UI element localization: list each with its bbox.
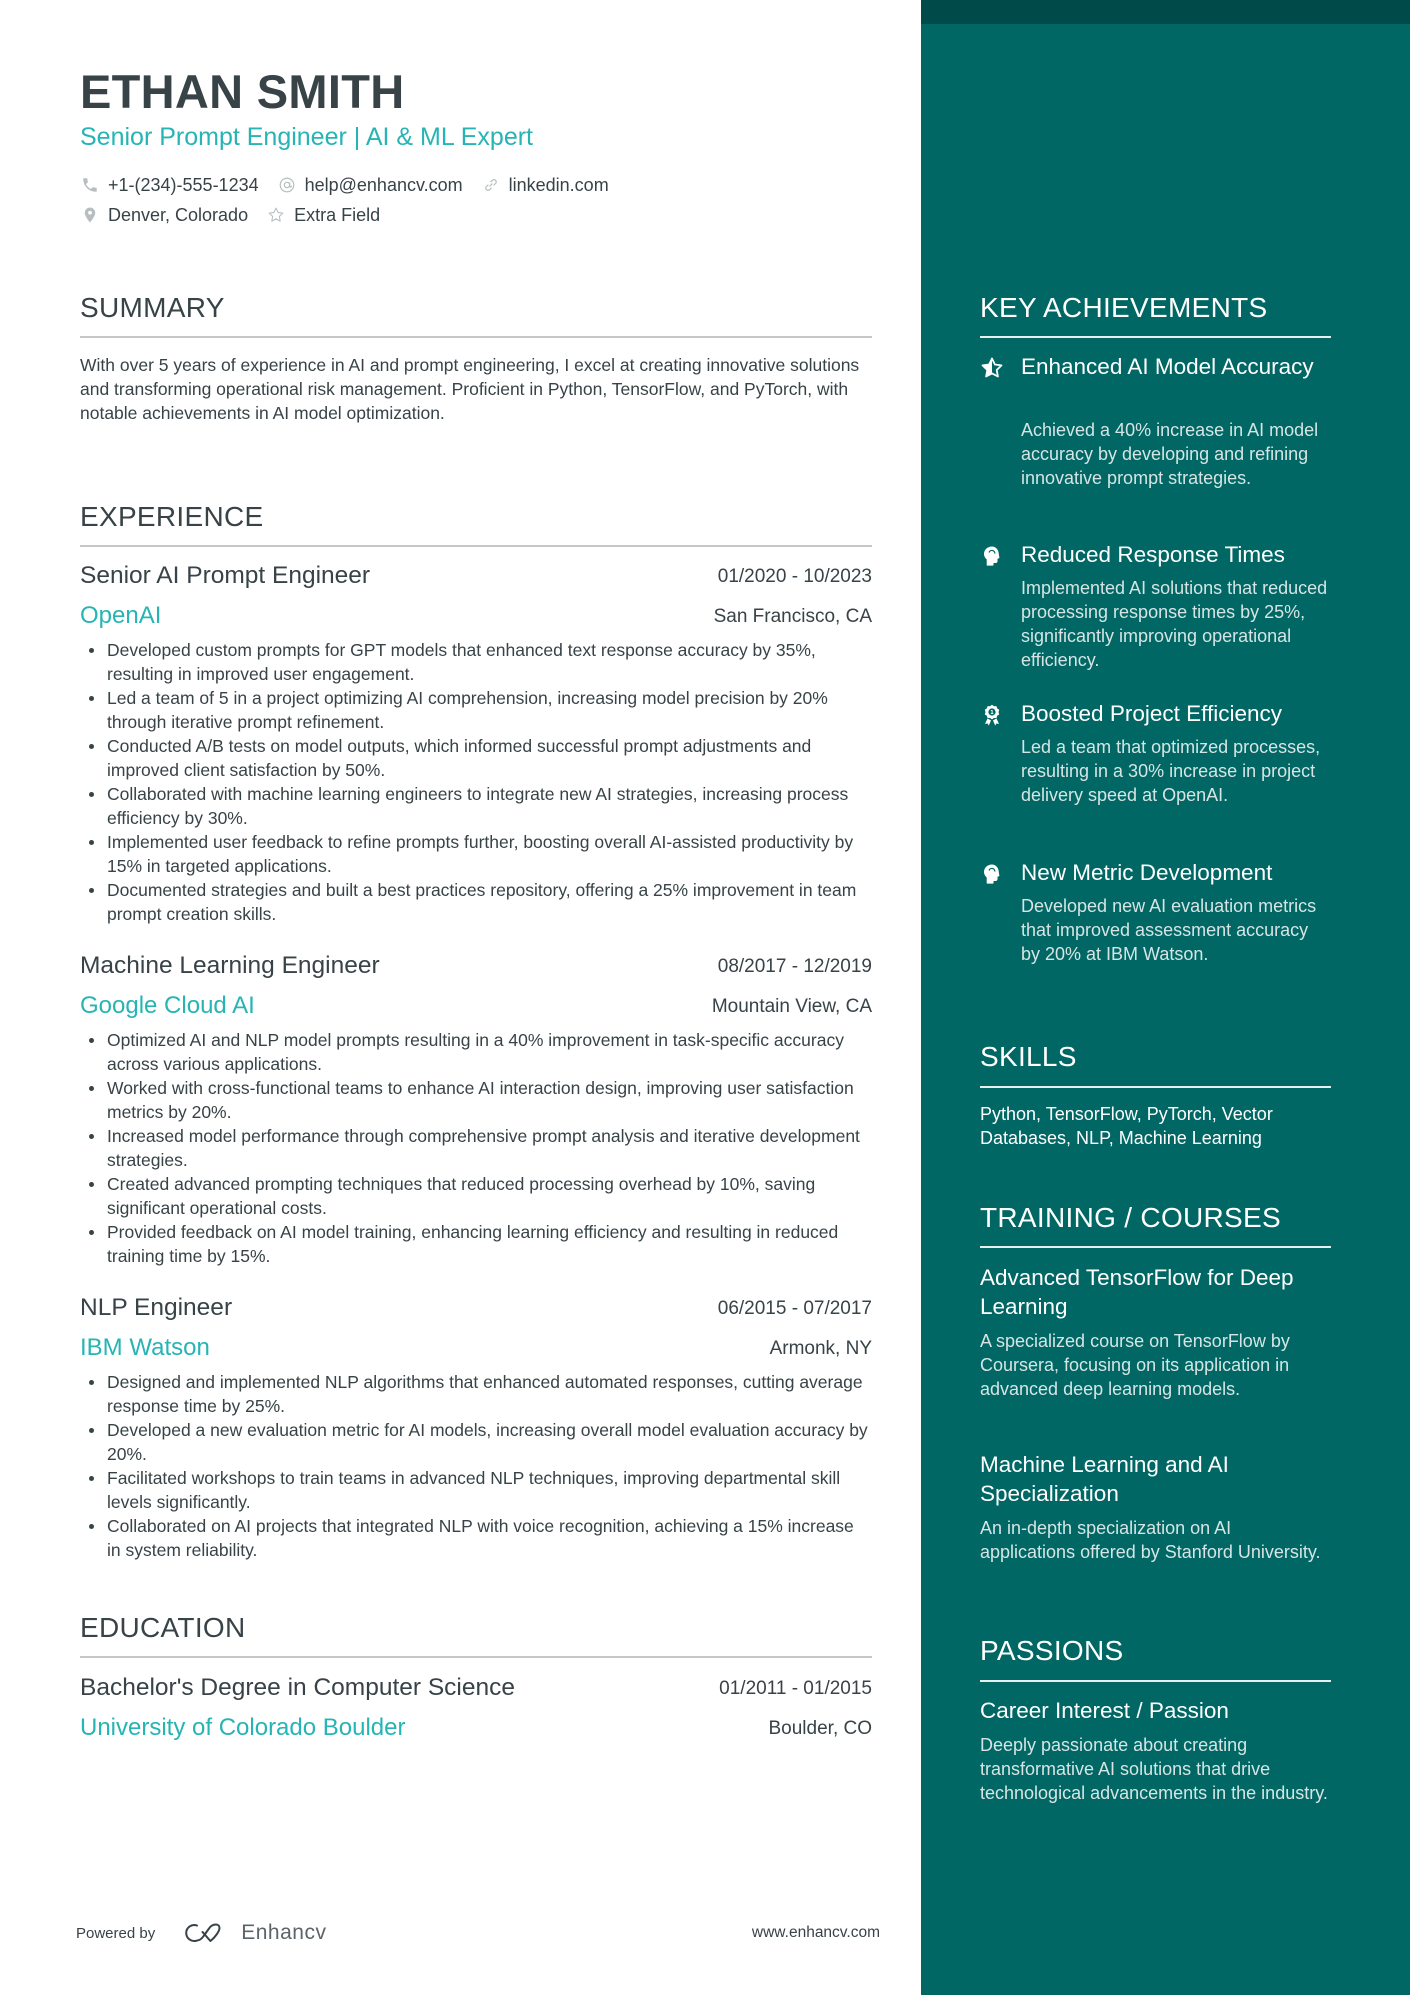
course-title: Machine Learning and AI Specialization bbox=[980, 1452, 1229, 1506]
course-desc: A specialized course on TensorFlow by Co… bbox=[980, 1331, 1290, 1399]
education-heading: EDUCATION bbox=[80, 1612, 246, 1643]
brain-head-icon bbox=[980, 544, 1004, 568]
job-bullet: Conducted A/B tests on model outputs, wh… bbox=[80, 734, 872, 782]
at-icon bbox=[277, 175, 297, 195]
training-heading: TRAINING / COURSES bbox=[980, 1202, 1281, 1233]
achievement-title: Reduced Response Times bbox=[1021, 542, 1285, 567]
job-bullet: Documented strategies and built a best p… bbox=[80, 878, 872, 926]
contact-linkedin[interactable]: linkedin.com bbox=[481, 173, 609, 197]
skills-list: Python, TensorFlow, PyTorch, Vector Data… bbox=[980, 1104, 1273, 1148]
contact-extra-text: Extra Field bbox=[294, 205, 381, 225]
candidate-name: ETHAN SMITH bbox=[80, 65, 405, 118]
job-company: OpenAI bbox=[80, 602, 162, 629]
star-outline-icon bbox=[266, 205, 286, 225]
achievements-divider bbox=[980, 336, 1331, 338]
candidate-headline: Senior Prompt Engineer | AI & ML Expert bbox=[80, 123, 534, 151]
passions-divider bbox=[980, 1680, 1331, 1682]
job-dates: 01/2020 - 10/2023 bbox=[717, 566, 872, 587]
enhancv-brand[interactable]: Enhancv bbox=[183, 1920, 326, 1946]
job-bullet: Developed custom prompts for GPT models … bbox=[80, 638, 872, 686]
half-star-icon bbox=[980, 356, 1004, 380]
achievement-desc: Achieved a 40% increase in AI model accu… bbox=[1021, 420, 1319, 488]
job-bullet: Collaborated on AI projects that integra… bbox=[80, 1514, 872, 1562]
job-bullets: Optimized AI and NLP model prompts resul… bbox=[80, 1028, 872, 1268]
job-bullet: Worked with cross-functional teams to en… bbox=[80, 1076, 872, 1124]
contact-row: +1-(234)-555-1234 help@enhancv.com linke… bbox=[80, 173, 627, 197]
contact-extra: Extra Field bbox=[266, 203, 380, 227]
contact-location: Denver, Colorado bbox=[80, 203, 248, 227]
passion-title: Career Interest / Passion bbox=[980, 1698, 1229, 1723]
job-location: San Francisco, CA bbox=[713, 606, 872, 627]
experience-divider bbox=[80, 545, 872, 547]
location-pin-icon bbox=[80, 205, 100, 225]
job-bullets: Developed custom prompts for GPT models … bbox=[80, 638, 872, 926]
contact-phone-text: +1-(234)-555-1234 bbox=[108, 175, 259, 195]
passions-heading: PASSIONS bbox=[980, 1635, 1124, 1666]
summary-text: With over 5 years of experience in AI an… bbox=[80, 355, 860, 423]
job-bullet: Designed and implemented NLP algorithms … bbox=[80, 1370, 872, 1418]
job-location: Mountain View, CA bbox=[711, 996, 872, 1017]
education-school: University of Colorado Boulder bbox=[80, 1714, 406, 1741]
job-location: Armonk, NY bbox=[769, 1338, 872, 1359]
job-bullets: Designed and implemented NLP algorithms … bbox=[80, 1370, 872, 1562]
achievement-desc: Led a team that optimized processes, res… bbox=[1021, 737, 1321, 805]
achievement-desc: Developed new AI evaluation metrics that… bbox=[1021, 896, 1317, 964]
experience-heading: EXPERIENCE bbox=[80, 501, 264, 532]
job-company: IBM Watson bbox=[80, 1334, 210, 1361]
summary-divider bbox=[80, 336, 872, 338]
training-divider bbox=[980, 1246, 1331, 1248]
contact-location-text: Denver, Colorado bbox=[108, 205, 249, 225]
svg-text:1: 1 bbox=[990, 710, 994, 716]
education-degree: Bachelor's Degree in Computer Science bbox=[80, 1674, 516, 1701]
link-icon bbox=[481, 175, 501, 195]
achievements-heading: KEY ACHIEVEMENTS bbox=[980, 292, 1268, 323]
footer: Powered by Enhancv www.enhancv.com bbox=[76, 1918, 880, 1948]
skills-divider bbox=[980, 1086, 1331, 1088]
job-dates: 08/2017 - 12/2019 bbox=[717, 956, 872, 977]
achievement-title: New Metric Development bbox=[1021, 860, 1273, 885]
sidebar-top-band bbox=[921, 0, 1410, 24]
job-bullet: Led a team of 5 in a project optimizing … bbox=[80, 686, 872, 734]
passion-desc: Deeply passionate about creating transfo… bbox=[980, 1735, 1328, 1803]
job-bullet: Optimized AI and NLP model prompts resul… bbox=[80, 1028, 872, 1076]
job-title: Senior AI Prompt Engineer bbox=[80, 562, 371, 589]
job-company: Google Cloud AI bbox=[80, 992, 255, 1019]
job-bullet: Created advanced prompting techniques th… bbox=[80, 1172, 872, 1220]
achievement-title: Boosted Project Efficiency bbox=[1021, 701, 1282, 726]
summary-heading: SUMMARY bbox=[80, 292, 225, 323]
education-divider bbox=[80, 1656, 872, 1658]
contact-email-text: help@enhancv.com bbox=[304, 175, 463, 195]
achievement-desc: Implemented AI solutions that reduced pr… bbox=[1021, 578, 1328, 670]
job-bullet: Developed a new evaluation metric for AI… bbox=[80, 1418, 872, 1466]
contact-email[interactable]: help@enhancv.com bbox=[277, 173, 463, 197]
skills-heading: SKILLS bbox=[980, 1041, 1077, 1072]
job-bullet: Provided feedback on AI model training, … bbox=[80, 1220, 872, 1268]
job-bullet: Implemented user feedback to refine prom… bbox=[80, 830, 872, 878]
phone-icon bbox=[80, 175, 100, 195]
course-desc: An in-depth specialization on AI applica… bbox=[980, 1518, 1321, 1562]
education-location: Boulder, CO bbox=[768, 1718, 873, 1739]
job-bullet: Collaborated with machine learning engin… bbox=[80, 782, 872, 830]
course-title: Advanced TensorFlow for Deep Learning bbox=[980, 1265, 1294, 1319]
contact-phone[interactable]: +1-(234)-555-1234 bbox=[80, 173, 259, 197]
brain-head-icon bbox=[980, 862, 1004, 886]
award-ribbon-icon: 1 bbox=[980, 703, 1004, 727]
sidebar: KEY ACHIEVEMENTS Enhanced AI Model Accur… bbox=[921, 0, 1410, 1995]
achievement-title: Enhanced AI Model Accuracy bbox=[1021, 354, 1314, 379]
education-dates: 01/2011 - 01/2015 bbox=[719, 1678, 872, 1699]
brand-name: Enhancv bbox=[241, 1921, 327, 1944]
contact-row: Denver, Colorado Extra Field bbox=[80, 203, 398, 227]
enhancv-logo-icon bbox=[185, 1923, 221, 1942]
contact-linkedin-text: linkedin.com bbox=[508, 175, 609, 195]
job-bullet: Increased model performance through comp… bbox=[80, 1124, 872, 1172]
powered-by-label: Powered by bbox=[76, 1924, 156, 1942]
job-dates: 06/2015 - 07/2017 bbox=[717, 1298, 872, 1319]
job-bullet: Facilitated workshops to train teams in … bbox=[80, 1466, 872, 1514]
job-title: NLP Engineer bbox=[80, 1294, 233, 1321]
job-title: Machine Learning Engineer bbox=[80, 952, 380, 979]
website-link[interactable]: www.enhancv.com bbox=[752, 1924, 880, 1942]
